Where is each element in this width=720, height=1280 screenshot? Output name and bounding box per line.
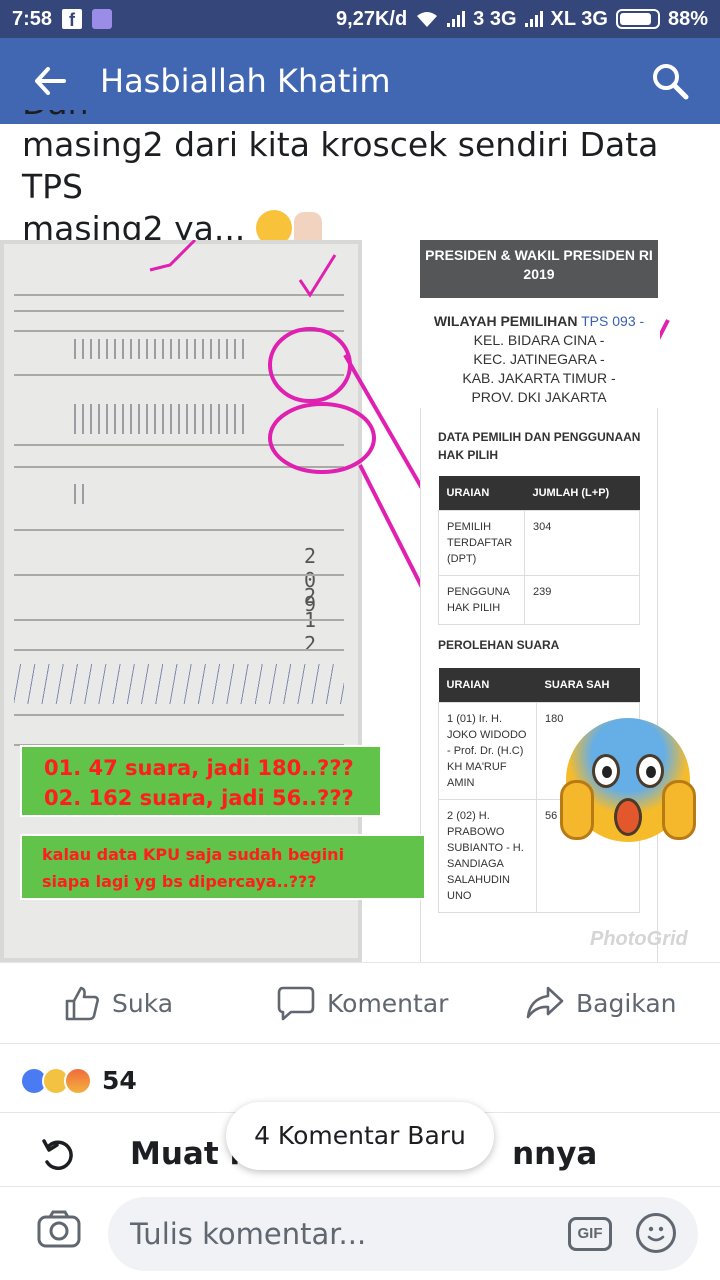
status-time: 7:58 [12,7,53,30]
comment-icon [277,986,315,1021]
screaming-face-emoji-icon [560,718,696,842]
kpu-region: WILAYAH PEMILIHAN TPS 093 - KEL. BIDARA … [433,313,645,405]
page-title: Hasbiallah Khatim [100,62,391,100]
wifi-icon [417,12,438,27]
battery-icon [615,9,660,29]
comment-composer: GIF [0,1186,720,1280]
post-text: ink di viralkan minimal dibantu koreksi.… [22,110,702,250]
post-actions: Suka Komentar Bagikan [0,962,720,1044]
caption-box-votes: 01. 47 suara, jadi 180..??? 02. 162 suar… [20,745,382,817]
carrier-1: 3 3G [473,7,517,30]
post-text-cut-line: ink di viralkan minimal dibantu koreksi.… [22,110,671,122]
signal-icon [447,11,466,27]
sticker-smiley-icon[interactable] [636,1213,676,1253]
thumbs-up-icon [65,986,99,1021]
share-button[interactable]: Bagikan [526,985,677,1021]
network-speed: 9,27K/d [336,7,408,30]
kpu-voters-table: URAIAN JUMLAH (L+P) PEMILIH TERDAFTAR (DP… [438,476,640,625]
like-button[interactable]: Suka [64,985,173,1021]
post-text-line-2: masing2 dari kita kroscek sendiri Data T… [22,125,659,206]
comment-input[interactable] [130,1213,550,1255]
screen: 7:58 f 9,27K/d 3 3G XL 3G 88% Hasbiallah… [0,0,720,1280]
kpu-header: PRESIDEN & WAKIL PRESIDEN RI 2019 [420,240,658,298]
comment-button[interactable]: Komentar [277,985,448,1021]
comment-input-box: GIF [108,1197,698,1271]
gif-button[interactable]: GIF [568,1217,612,1251]
kpu-section-voters: DATA PEMILIH DAN PENGGUNAAN HAK PILIH [438,430,641,462]
angry-reaction-icon [64,1066,92,1095]
kpu-screenshot: PRESIDEN & WAKIL PRESIDEN RI 2019 WILAYA… [420,240,660,962]
table-row: PEMILIH TERDAFTAR (DPT) 304 [438,509,640,576]
battery-level: 88% [667,7,708,30]
camera-icon [37,1210,81,1248]
photogrid-watermark: PhotoGrid [590,928,688,950]
new-comments-pill[interactable]: 4 Komentar Baru [226,1102,494,1170]
back-arrow-icon [35,67,66,95]
reactions-summary[interactable]: 54 [20,1066,137,1095]
carrier-2: XL 3G [550,7,608,30]
kpu-section-votes: PEROLEHAN SUARA [438,638,560,652]
caption-box-trust: kalau data KPU saja sudah begini siapa l… [20,834,426,900]
status-bar: 7:58 f 9,27K/d 3 3G XL 3G 88% [0,0,720,38]
camera-button[interactable] [36,1209,82,1254]
share-arrow-icon [526,986,564,1019]
signal-icon-2 [524,11,543,27]
reaction-count: 54 [102,1066,137,1095]
facebook-notification-icon: f [62,9,83,30]
reload-icon[interactable] [40,1137,78,1180]
search-icon [653,64,689,100]
app-notification-icon [92,9,113,29]
table-row: PENGGUNA HAK PILIH 239 [438,574,640,625]
post-photo[interactable]: 2 0 9 2 1 2 PRESIDEN & WAKIL PRESIDEN RI… [0,240,720,962]
